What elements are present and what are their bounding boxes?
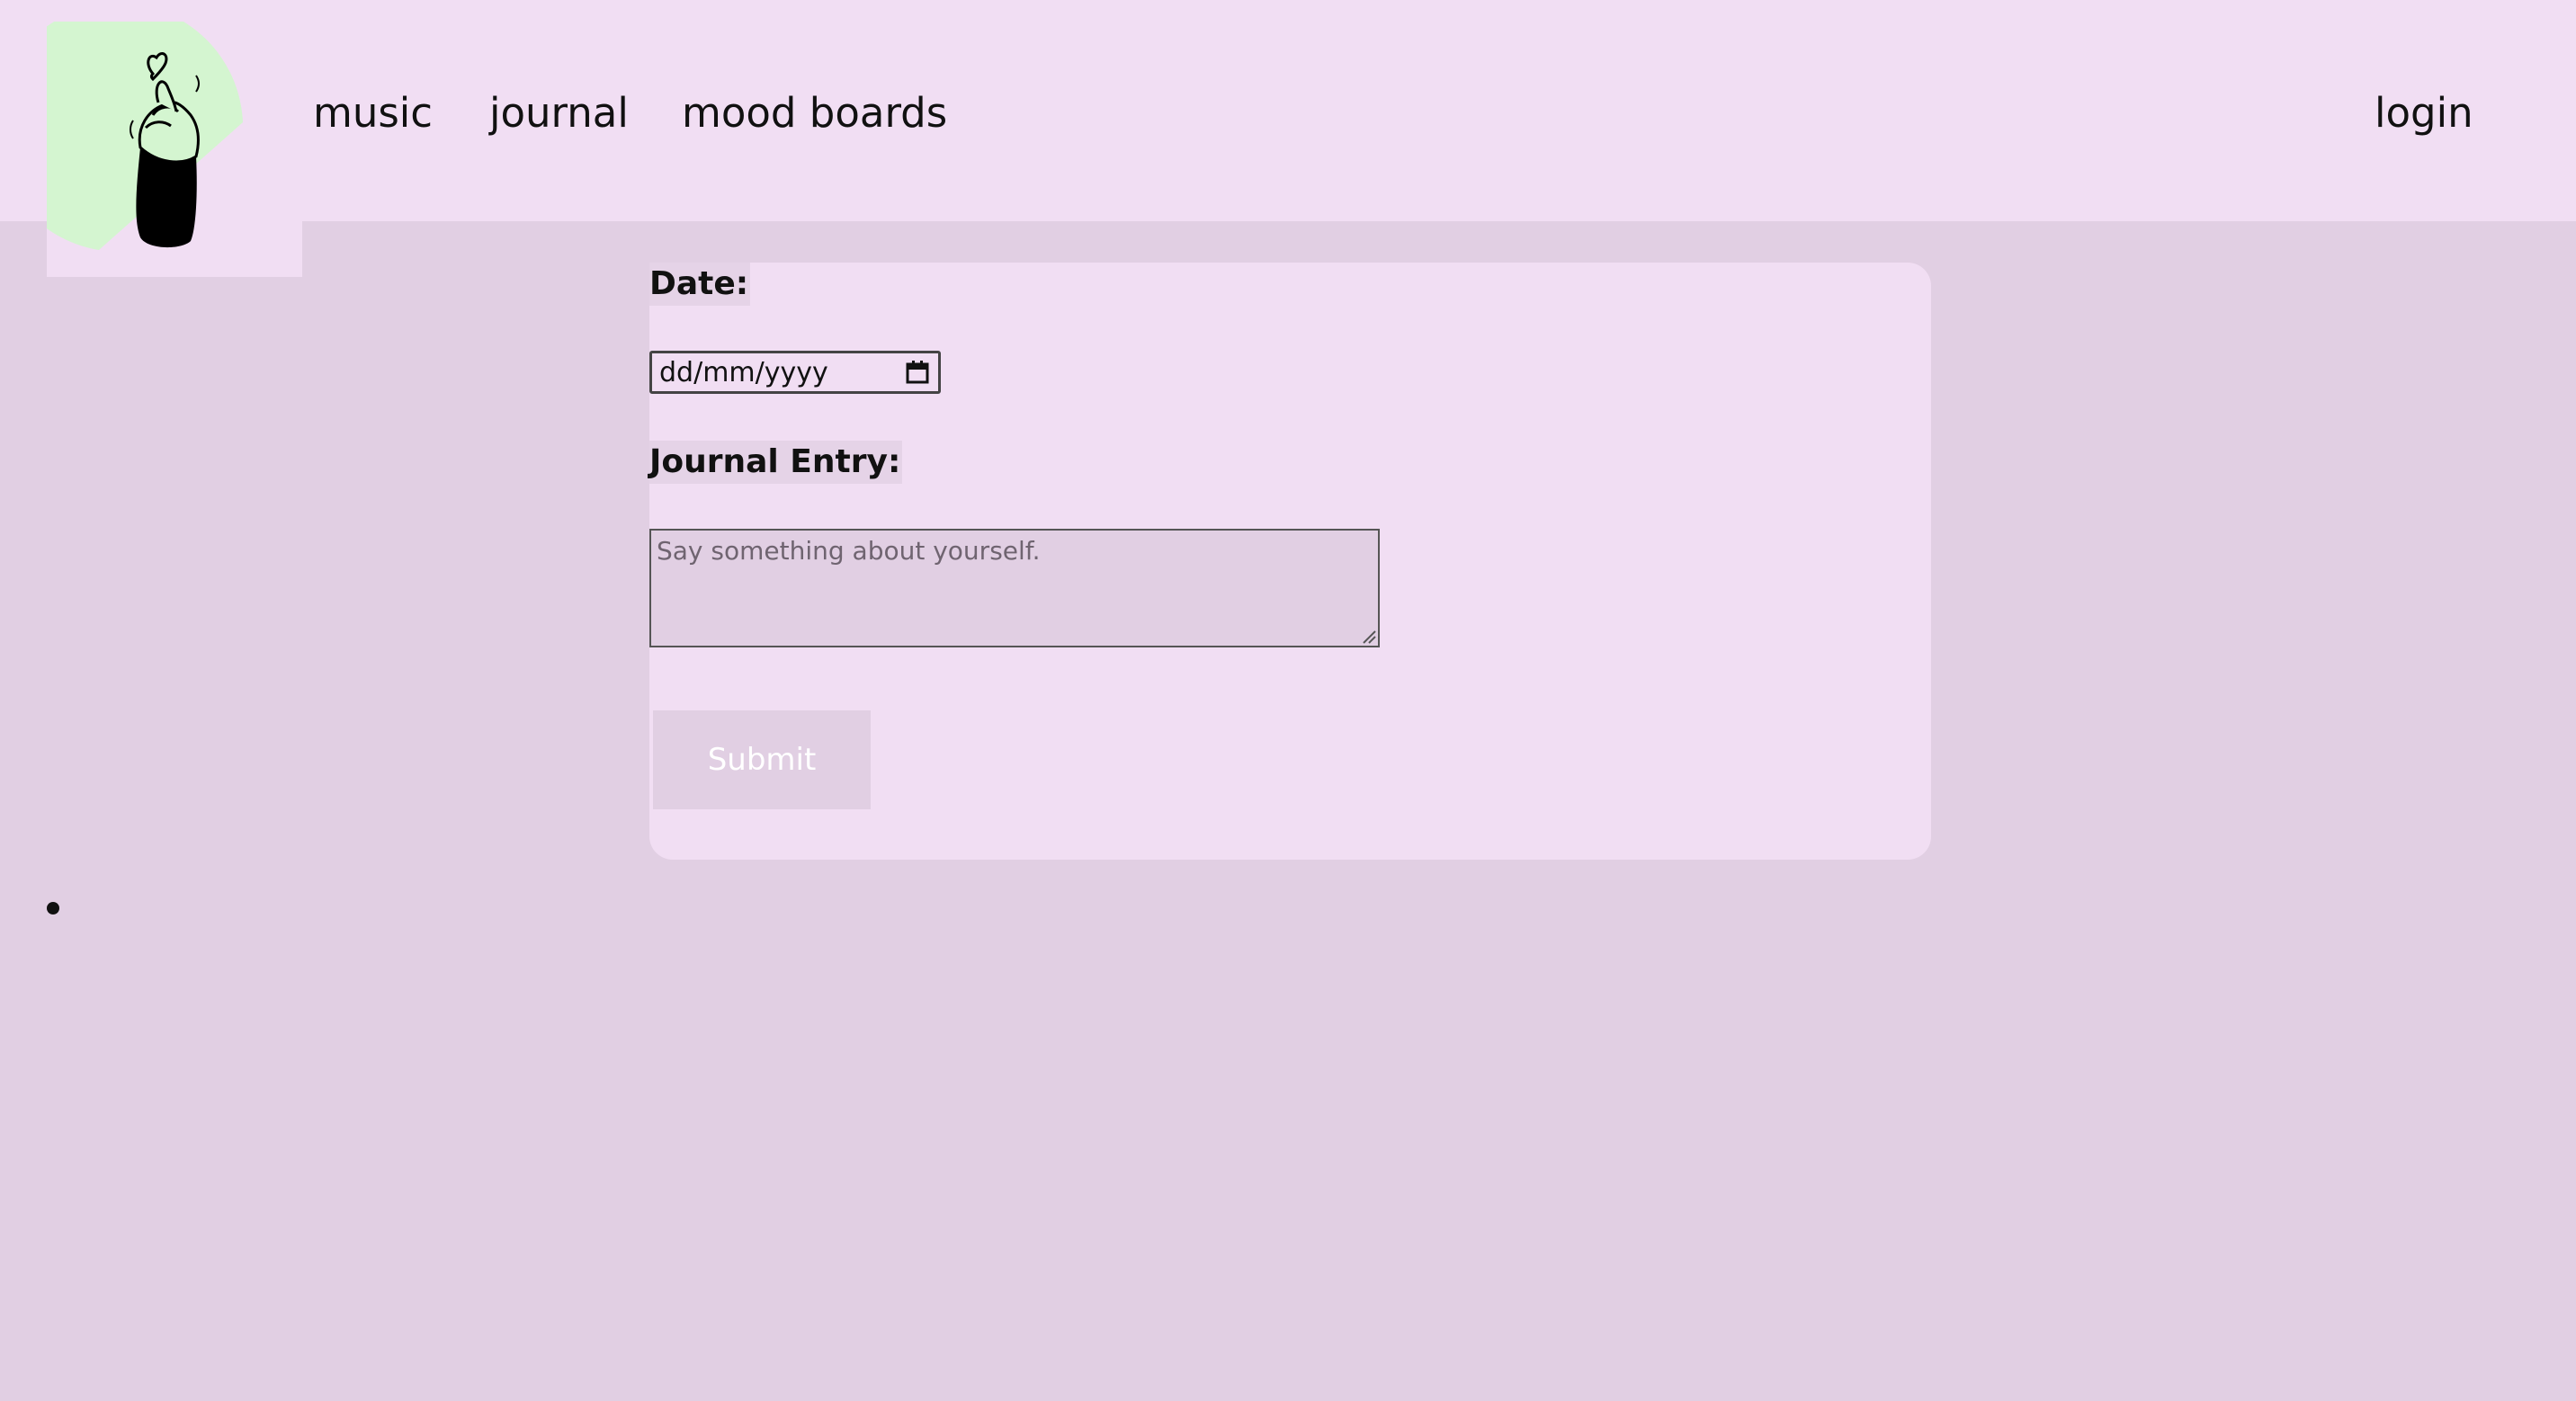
finger-heart-hand-icon	[47, 22, 282, 250]
submit-button[interactable]: Submit	[653, 710, 871, 809]
date-label: Date:	[649, 263, 751, 306]
login-link[interactable]: login	[2375, 86, 2473, 140]
journal-entry-placeholder: Say something about yourself.	[657, 536, 1041, 566]
empty-list-bullet	[47, 902, 59, 915]
journal-entry-label: Journal Entry:	[649, 441, 903, 484]
calendar-icon[interactable]	[904, 359, 931, 386]
date-input[interactable]: dd/mm/yyyy	[649, 351, 941, 394]
site-logo[interactable]	[47, 22, 302, 277]
nav-link-mood-boards[interactable]: mood boards	[682, 86, 947, 140]
resize-grip-icon[interactable]	[1360, 628, 1376, 644]
nav-link-journal[interactable]: journal	[489, 86, 629, 140]
date-input-value: dd/mm/yyyy	[659, 356, 828, 388]
nav-link-music[interactable]: music	[313, 86, 433, 140]
journal-entry-textarea[interactable]: Say something about yourself.	[649, 529, 1380, 647]
